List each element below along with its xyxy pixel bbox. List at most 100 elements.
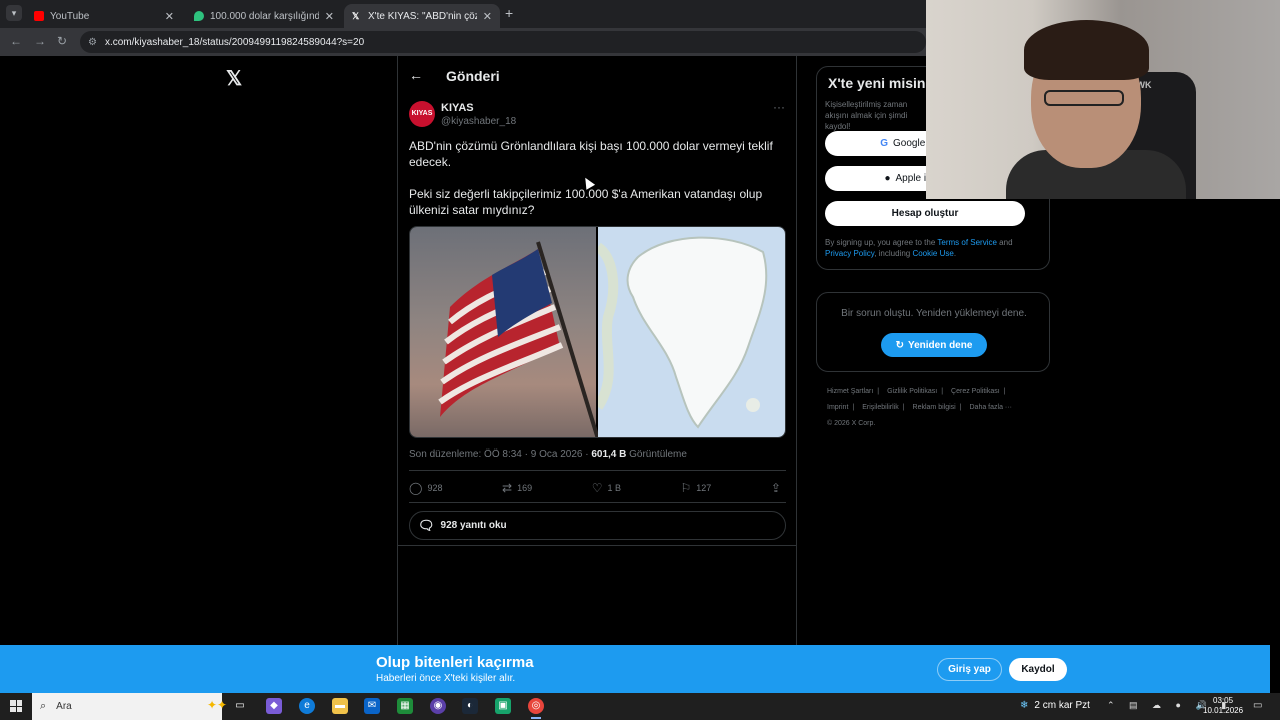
cookie-link[interactable]: Cookie Use: [912, 249, 953, 258]
tweet-paragraph: ABD'nin çözümü Grönlandlılara kişi başı …: [409, 139, 773, 169]
login-button[interactable]: Giriş yap: [937, 658, 1002, 681]
retweet-icon: ⇄: [502, 481, 513, 495]
close-tab-icon[interactable]: ✕: [165, 10, 174, 23]
bookmark-button[interactable]: ⚐ 127: [681, 481, 712, 495]
signup-button[interactable]: Kaydol: [1009, 658, 1067, 681]
task-view-icon[interactable]: ▭: [232, 698, 248, 714]
divider: [398, 545, 796, 546]
read-replies-label: 928 yanıtı oku: [440, 520, 507, 531]
store-icon[interactable]: ▦: [397, 698, 413, 714]
tweet-media[interactable]: [409, 226, 786, 438]
reload-icon[interactable]: ↻: [57, 34, 67, 48]
view-label: Görüntüleme: [626, 449, 687, 460]
x-logo-icon: 𝕏: [352, 11, 360, 21]
map-illustration: [593, 236, 767, 429]
error-message: Bir sorun oluştu. Yeniden yüklemeyi dene…: [841, 308, 1027, 319]
site-info-icon[interactable]: ⚙: [88, 37, 97, 48]
post-header: ← Gönderi: [398, 56, 796, 96]
edge-icon[interactable]: e: [299, 698, 315, 714]
terminal-icon[interactable]: ▣: [495, 698, 511, 714]
back-arrow-icon[interactable]: ←: [10, 34, 22, 48]
search-highlight-icon: ✦✦: [207, 698, 228, 712]
close-tab-icon[interactable]: ✕: [483, 10, 492, 23]
signup-subtitle: Kişiselleştirilmiş zaman akışını almak i…: [825, 100, 908, 131]
like-button[interactable]: ♡ 1 B: [592, 481, 621, 495]
flag-illustration: [438, 241, 600, 437]
clock-date: 10.01.2026: [1203, 706, 1244, 715]
new-tab-button[interactable]: +: [505, 5, 513, 21]
like-count: 1 B: [607, 483, 621, 493]
footer-link[interactable]: Çerez Politikası: [951, 388, 1000, 395]
notification-icon[interactable]: ▭: [1253, 700, 1262, 711]
chrome-icon[interactable]: ◎: [528, 698, 544, 719]
speech-bubble-icon: 🗨: [418, 517, 435, 533]
close-tab-icon[interactable]: ✕: [325, 10, 334, 23]
retry-button[interactable]: ↻ Yeniden dene: [881, 333, 987, 357]
banner-subtitle: Haberleri önce X'teki kişiler alır.: [376, 673, 516, 684]
bookmark-count: 127: [696, 483, 712, 493]
error-card: Bir sorun oluştu. Yeniden yüklemeyi dene…: [816, 292, 1050, 372]
weather-widget[interactable]: ❄ 2 cm kar Pzt: [1020, 700, 1090, 711]
timestamp[interactable]: Son düzenleme: ÖÖ 8:34 · 9 Oca 2026 ·: [409, 449, 591, 460]
outlook-icon[interactable]: ✉: [364, 698, 380, 714]
webcam-overlay: HAWK: [926, 0, 1280, 199]
tab-search-button[interactable]: ▾: [6, 5, 22, 21]
steam-icon[interactable]: ◐: [462, 698, 478, 714]
signup-title: X'te yeni misin?: [828, 75, 935, 91]
tab-x-post[interactable]: 𝕏 X'te KIYAS: "ABD'nin çözümü Grö ✕: [344, 4, 500, 28]
footer-link[interactable]: Reklam bilgisi: [913, 404, 956, 411]
share-button[interactable]: ⇪: [771, 481, 786, 495]
avatar[interactable]: KIYAS: [409, 101, 435, 127]
share-icon: ⇪: [770, 481, 781, 495]
back-arrow-icon[interactable]: ←: [409, 67, 423, 83]
reply-icon: ◯: [409, 481, 423, 495]
footer-links: Hizmet Şartları | Gizlilik Politikası | Çe…: [827, 388, 1012, 427]
search-icon: ⌕: [40, 700, 47, 712]
copyright: © 2026 X Corp.: [827, 420, 876, 427]
reply-button[interactable]: ◯ 928: [409, 481, 442, 495]
footer-link[interactable]: Erişilebilirlik: [862, 404, 899, 411]
retweet-count: 169: [517, 483, 533, 493]
drop-icon: [194, 11, 204, 21]
person-glasses: [1044, 90, 1124, 106]
youtube-icon: [34, 11, 44, 21]
person-hair: [1024, 20, 1149, 80]
footer-link[interactable]: Gizlilik Politikası: [887, 388, 937, 395]
reply-count: 928: [427, 483, 443, 493]
us-flag-image[interactable]: [410, 227, 600, 437]
greenland-map-image[interactable]: [593, 227, 785, 437]
page-title: Gönderi: [446, 68, 500, 84]
file-explorer-icon[interactable]: ▬: [332, 698, 348, 714]
retweet-button[interactable]: ⇄ 169: [502, 481, 532, 495]
footer-link[interactable]: Imprint: [827, 404, 848, 411]
footer-link[interactable]: Daha fazla ···: [970, 404, 1012, 411]
divider: [409, 502, 786, 503]
login-banner: Olup bitenleri kaçırma Haberleri önce X'…: [0, 645, 1270, 693]
app-icon[interactable]: ◉: [430, 698, 446, 714]
taskbar-clock[interactable]: 03:05 10.01.2026: [1203, 696, 1243, 716]
taskbar-search[interactable]: ⌕ Ara ✦✦: [32, 693, 227, 720]
view-count: 601,4 B: [591, 449, 627, 460]
footer-link[interactable]: Hizmet Şartları: [827, 388, 873, 395]
create-account-button[interactable]: Hesap oluştur: [825, 201, 1025, 226]
terms-link[interactable]: Terms of Service: [937, 238, 997, 247]
terms-text: By signing up, you agree to the Terms of…: [825, 238, 1013, 258]
refresh-icon: ↻: [895, 339, 904, 351]
tweet-actions: ◯ 928 ⇄ 169 ♡ 1 B ⚐ 127 ⇪: [409, 481, 786, 495]
weather-text: 2 cm kar Pzt: [1034, 700, 1090, 711]
address-bar[interactable]: ⚙ x.com/kiyashaber_18/status/20094991198…: [80, 31, 926, 53]
tab-news[interactable]: 100.000 dolar karşılığında ülkeni ✕: [186, 4, 342, 28]
privacy-link[interactable]: Privacy Policy: [825, 249, 874, 258]
forward-arrow-icon[interactable]: →: [34, 34, 46, 48]
x-logo-icon[interactable]: 𝕏: [226, 66, 242, 91]
bookmark-icon: ⚐: [680, 481, 692, 495]
tweet-paragraph: Peki siz değerli takipçilerimiz 100.000 …: [409, 187, 763, 217]
main-column: ← Gönderi KIYAS KIYAS @kiyashaber_18 ···…: [397, 56, 797, 646]
tab-youtube[interactable]: YouTube ✕: [26, 4, 182, 28]
read-replies-button[interactable]: 🗨 928 yanıtı oku: [409, 511, 786, 540]
more-options-icon[interactable]: ···: [773, 100, 785, 114]
author-handle[interactable]: @kiyashaber_18: [441, 116, 516, 127]
windows-start-icon[interactable]: [10, 700, 22, 712]
copilot-icon[interactable]: ◆: [266, 698, 282, 714]
author-name[interactable]: KIYAS: [441, 102, 474, 114]
